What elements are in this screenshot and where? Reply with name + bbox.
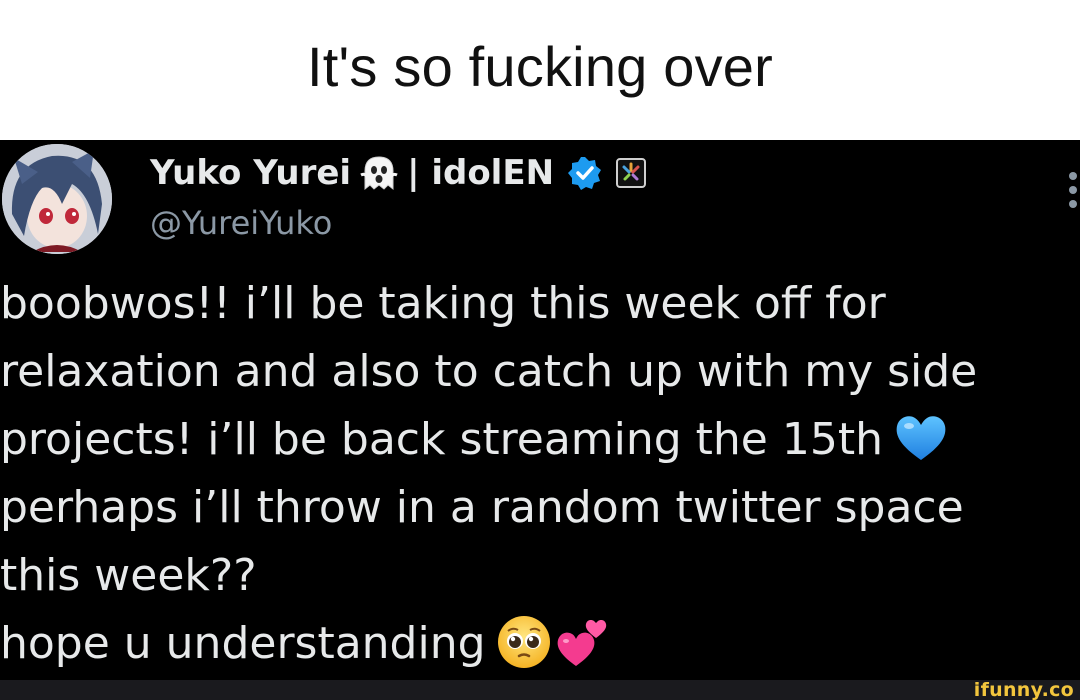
display-name: Yuko Yurei	[150, 153, 352, 193]
display-name-suffix: | idolEN	[407, 153, 555, 193]
author-handle[interactable]: @YureiYuko	[150, 204, 332, 242]
tweet-line: this week??	[0, 550, 257, 601]
tweet-line-text: hope u understanding	[0, 618, 486, 669]
affiliation-badge-icon[interactable]	[616, 158, 647, 188]
avatar[interactable]	[2, 144, 112, 254]
verified-badge-icon[interactable]	[568, 156, 602, 190]
meme-page: It's so fucking over Yuko Yurei | idolEN…	[0, 0, 1080, 700]
avatar-image	[2, 144, 112, 254]
tweet-line-text: projects! i’ll be back streaming the 15t…	[0, 414, 883, 465]
more-options-icon[interactable]	[1066, 170, 1080, 210]
tweet-line: perhaps i’ll throw in a random twitter s…	[0, 482, 964, 533]
caption-text: It's so fucking over	[307, 34, 773, 98]
tweet-card: Yuko Yurei | idolEN @YureiYuko boobwos!!…	[0, 140, 1080, 680]
tweet-line: boobwos!! i’ll be taking this week off f…	[0, 278, 886, 329]
pleading-face-emoji-icon	[497, 616, 550, 668]
tweet-line: relaxation and also to catch up with my …	[0, 346, 978, 397]
tweet-line-3: projects! i’ll be back streaming the 15t…	[0, 406, 1080, 474]
tweet-text: boobwos!! i’ll be taking this week off f…	[0, 270, 1080, 678]
ifunny-watermark: ifunny.co	[973, 679, 1074, 700]
author-name-row[interactable]: Yuko Yurei | idolEN	[150, 150, 647, 196]
two-hearts-emoji-icon	[557, 620, 606, 666]
footer-bar: ifunny.co	[0, 680, 1080, 700]
ghost-emoji-icon	[360, 156, 398, 191]
caption-area: It's so fucking over	[0, 0, 1080, 140]
tweet-line-6: hope u understanding	[0, 610, 1080, 678]
blue-heart-emoji-icon	[896, 416, 946, 460]
